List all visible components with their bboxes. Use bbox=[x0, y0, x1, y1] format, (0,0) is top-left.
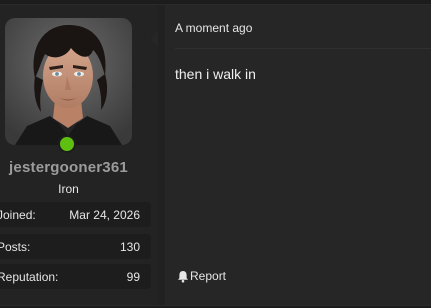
stat-joined: Joined: Mar 24, 2026 bbox=[0, 202, 151, 227]
stat-posts: Posts: 130 bbox=[0, 234, 151, 259]
post-body: then i walk in bbox=[175, 66, 256, 82]
username-link[interactable]: jestergooner361 bbox=[0, 159, 137, 176]
report-label: Report bbox=[190, 269, 227, 283]
stat-label: Posts: bbox=[0, 240, 31, 254]
divider bbox=[175, 48, 431, 49]
stat-label: Joined: bbox=[0, 208, 36, 222]
online-status-icon bbox=[58, 135, 76, 153]
user-info-panel: jestergooner361 Iron Joined: Mar 24, 202… bbox=[0, 5, 158, 305]
avatar-image[interactable] bbox=[5, 18, 132, 145]
post-content: A moment ago then i walk in Report bbox=[165, 5, 431, 305]
stat-label: Reputation: bbox=[0, 270, 59, 284]
stat-value: 99 bbox=[126, 270, 140, 284]
message-pointer bbox=[150, 31, 158, 47]
stat-value: 130 bbox=[119, 240, 140, 254]
report-button[interactable]: Report bbox=[177, 269, 226, 283]
post-timestamp[interactable]: A moment ago bbox=[175, 21, 252, 35]
stat-value: Mar 24, 2026 bbox=[69, 208, 140, 222]
stat-reputation: Reputation: 99 bbox=[0, 264, 151, 289]
user-title: Iron bbox=[58, 182, 79, 196]
bell-icon bbox=[178, 270, 188, 282]
forum-post-screen: jestergooner361 Iron Joined: Mar 24, 202… bbox=[0, 0, 431, 308]
forum-post: jestergooner361 Iron Joined: Mar 24, 202… bbox=[0, 4, 431, 306]
avatar[interactable] bbox=[5, 18, 132, 145]
